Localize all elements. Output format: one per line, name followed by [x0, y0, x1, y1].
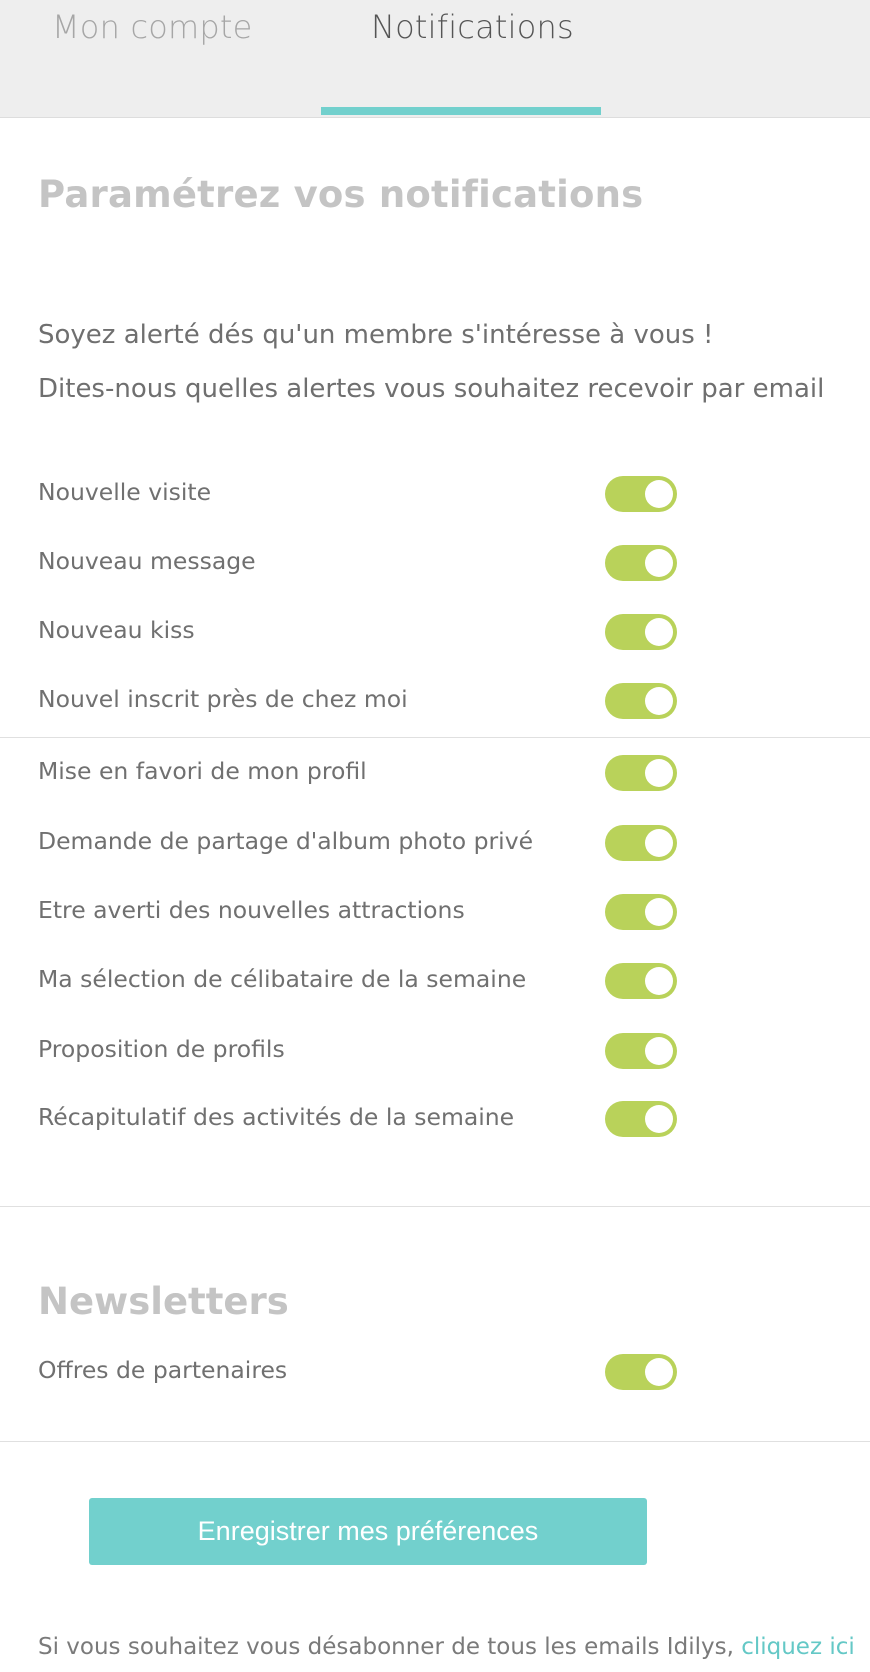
section-divider — [0, 1206, 870, 1207]
notification-row-partage-album: Demande de partage d'album photo privé — [0, 813, 870, 873]
notification-label: Nouveau kiss — [38, 616, 195, 644]
unsubscribe-link[interactable]: cliquez ici — [741, 1634, 855, 1660]
notification-label: Nouvel inscrit près de chez moi — [38, 685, 408, 713]
toggle-nouvelle-visite[interactable] — [605, 476, 677, 512]
section-divider — [0, 737, 870, 738]
toggle-knob — [645, 1105, 673, 1133]
toggle-knob — [645, 898, 673, 926]
toggle-knob — [645, 480, 673, 508]
intro-line-2: Dites-nous quelles alertes vous souhaite… — [38, 374, 825, 404]
tab-bar: Mon compte Notifications — [0, 0, 870, 118]
notification-row-recapitulatif: Récapitulatif des activités de la semain… — [0, 1089, 870, 1149]
active-tab-indicator — [321, 107, 601, 115]
toggle-favori[interactable] — [605, 755, 677, 791]
toggle-knob — [645, 967, 673, 995]
notification-row-attractions: Etre averti des nouvelles attractions — [0, 882, 870, 942]
unsubscribe-text: Si vous souhaitez vous désabonner de tou… — [38, 1634, 742, 1660]
notification-label: Ma sélection de célibataire de la semain… — [38, 965, 527, 993]
notification-label: Nouvelle visite — [38, 478, 212, 506]
toggle-offres-partenaires[interactable] — [605, 1354, 677, 1390]
tab-notifications[interactable]: Notifications — [371, 8, 574, 46]
notification-label: Nouveau message — [38, 547, 256, 575]
unsubscribe-footer: Si vous souhaitez vous désabonner de tou… — [38, 1634, 855, 1660]
toggle-attractions[interactable] — [605, 894, 677, 930]
notification-label: Etre averti des nouvelles attractions — [38, 896, 465, 924]
notifications-title: Paramétrez vos notifications — [38, 173, 644, 216]
newsletter-row-offres-partenaires: Offres de partenaires — [0, 1342, 870, 1402]
toggle-nouveau-kiss[interactable] — [605, 614, 677, 650]
toggle-recapitulatif[interactable] — [605, 1101, 677, 1137]
notification-row-proposition-profils: Proposition de profils — [0, 1021, 870, 1081]
toggle-partage-album[interactable] — [605, 825, 677, 861]
intro-line-1: Soyez alerté dés qu'un membre s'intéress… — [38, 320, 714, 350]
toggle-knob — [645, 549, 673, 577]
section-divider — [0, 1441, 870, 1442]
notification-row-nouveau-kiss: Nouveau kiss — [0, 602, 870, 662]
toggle-knob — [645, 687, 673, 715]
notification-row-favori: Mise en favori de mon profil — [0, 743, 870, 803]
notification-row-nouvel-inscrit: Nouvel inscrit près de chez moi — [0, 671, 870, 731]
save-preferences-button[interactable]: Enregistrer mes préférences — [89, 1498, 647, 1565]
toggle-knob — [645, 829, 673, 857]
toggle-knob — [645, 759, 673, 787]
toggle-selection-semaine[interactable] — [605, 963, 677, 999]
newsletter-label: Offres de partenaires — [38, 1356, 288, 1384]
toggle-knob — [645, 1358, 673, 1386]
toggle-knob — [645, 618, 673, 646]
notification-label: Proposition de profils — [38, 1035, 285, 1063]
toggle-knob — [645, 1037, 673, 1065]
notification-row-nouvelle-visite: Nouvelle visite — [0, 464, 870, 524]
toggle-proposition-profils[interactable] — [605, 1033, 677, 1069]
toggle-nouveau-message[interactable] — [605, 545, 677, 581]
newsletters-title: Newsletters — [38, 1280, 289, 1323]
toggle-nouvel-inscrit[interactable] — [605, 683, 677, 719]
notification-label: Demande de partage d'album photo privé — [38, 827, 534, 855]
notification-row-nouveau-message: Nouveau message — [0, 533, 870, 593]
notification-row-selection-semaine: Ma sélection de célibataire de la semain… — [0, 951, 870, 1011]
notification-label: Récapitulatif des activités de la semain… — [38, 1103, 515, 1131]
notification-label: Mise en favori de mon profil — [38, 757, 367, 785]
tab-mon-compte[interactable]: Mon compte — [52, 8, 253, 46]
